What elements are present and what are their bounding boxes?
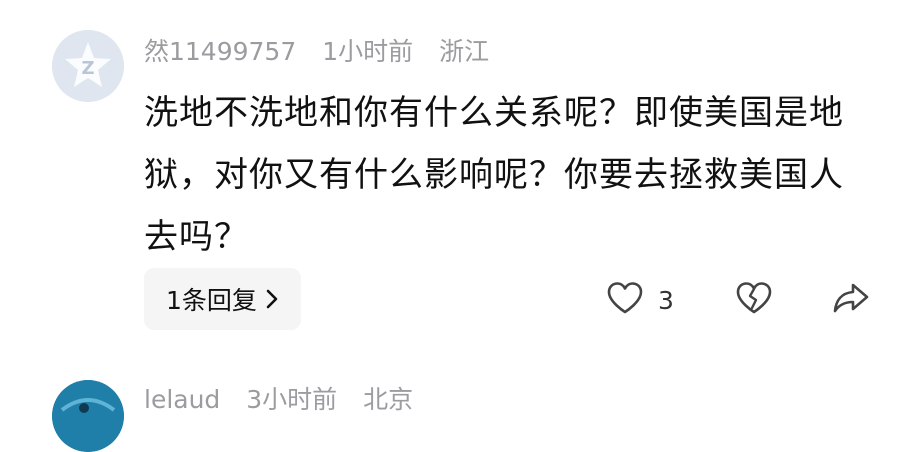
comment-meta: 然11499757 1小时前 浙江 [144,39,507,64]
comment-item: Z 然11499757 1小时前 浙江 洗地不洗地和你有什么关系呢？即使美国是地… [0,0,911,360]
dislike-button[interactable] [735,281,773,319]
avatar[interactable]: Z [52,30,124,102]
comment-body: 洗地不洗地和你有什么关系呢？即使美国是地狱，对你又有什么影响呢？你要去拯救美国人… [144,93,844,257]
timestamp: 3小时前 [246,385,338,414]
like-button[interactable]: 3 [606,281,674,319]
share-arrow-icon [832,283,870,319]
share-button[interactable] [832,281,870,319]
default-avatar-icon: Z [52,30,124,102]
avatar[interactable] [52,380,124,452]
broken-heart-icon [735,282,773,319]
timestamp: 1小时前 [322,37,414,66]
location: 北京 [363,385,414,414]
username[interactable]: 然11499757 [144,37,296,66]
location: 浙江 [439,37,490,66]
comment-meta: lelaud 3小时前 北京 [144,387,431,412]
heart-icon [606,281,644,319]
svg-text:Z: Z [81,58,94,79]
like-count: 3 [658,285,674,315]
comment-item: lelaud 3小时前 北京 [0,372,911,452]
username[interactable]: lelaud [144,385,220,414]
comment-actions: 3 [0,281,911,317]
avatar-photo-icon [52,380,124,452]
